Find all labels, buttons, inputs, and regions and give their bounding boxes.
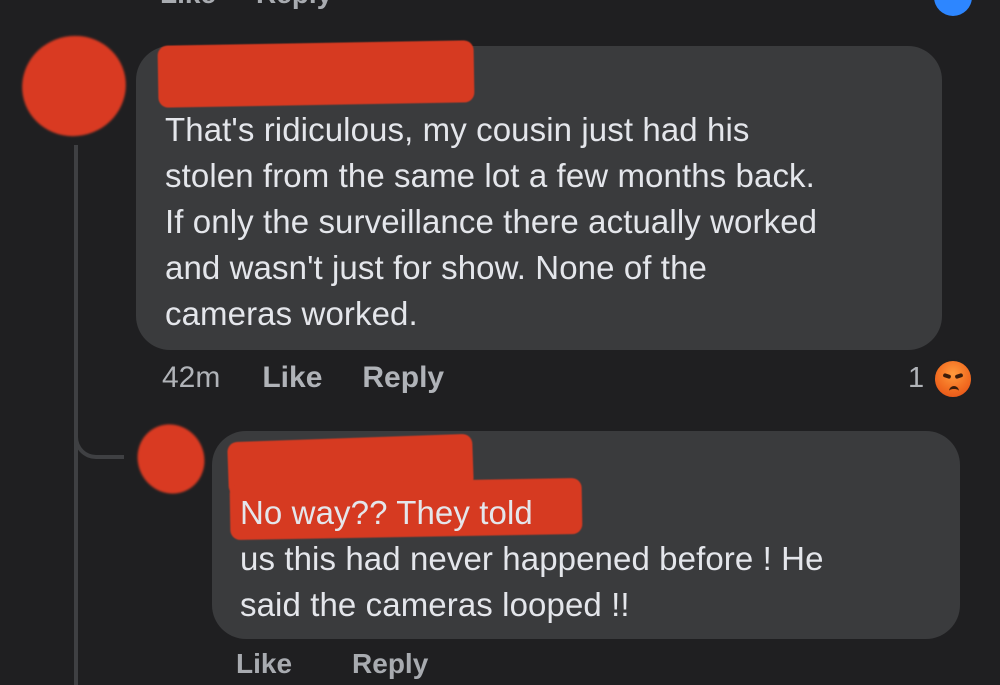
reply-comment-actions: Like Reply <box>236 648 428 680</box>
reaction-count[interactable]: 1 <box>908 362 924 395</box>
angry-reaction-icon[interactable] <box>933 359 973 399</box>
reply-button[interactable]: Reply <box>362 361 444 395</box>
reply-comment-text: No way?? They told us this had never hap… <box>240 494 824 623</box>
comment-time: 42m <box>162 361 221 394</box>
redacted-reply-avatar[interactable] <box>125 412 217 506</box>
redacted-avatar[interactable] <box>10 23 138 149</box>
top-reaction-icon[interactable] <box>934 0 972 16</box>
comment-text: That's ridiculous, my cousin just had hi… <box>165 111 818 332</box>
redacted-name[interactable] <box>157 40 475 108</box>
reply-thread-connector <box>74 395 124 459</box>
top-like-button[interactable]: Like <box>160 0 216 9</box>
like-button[interactable]: Like <box>262 361 322 395</box>
reply-like-button[interactable]: Like <box>236 648 292 680</box>
reply-reply-button[interactable]: Reply <box>352 648 428 680</box>
top-reply-button[interactable]: Reply <box>256 0 332 9</box>
angry-mouth-icon <box>949 386 959 393</box>
top-comment-actions: Like Reply <box>160 0 332 9</box>
comment-actions: 42m Like Reply <box>162 361 444 395</box>
